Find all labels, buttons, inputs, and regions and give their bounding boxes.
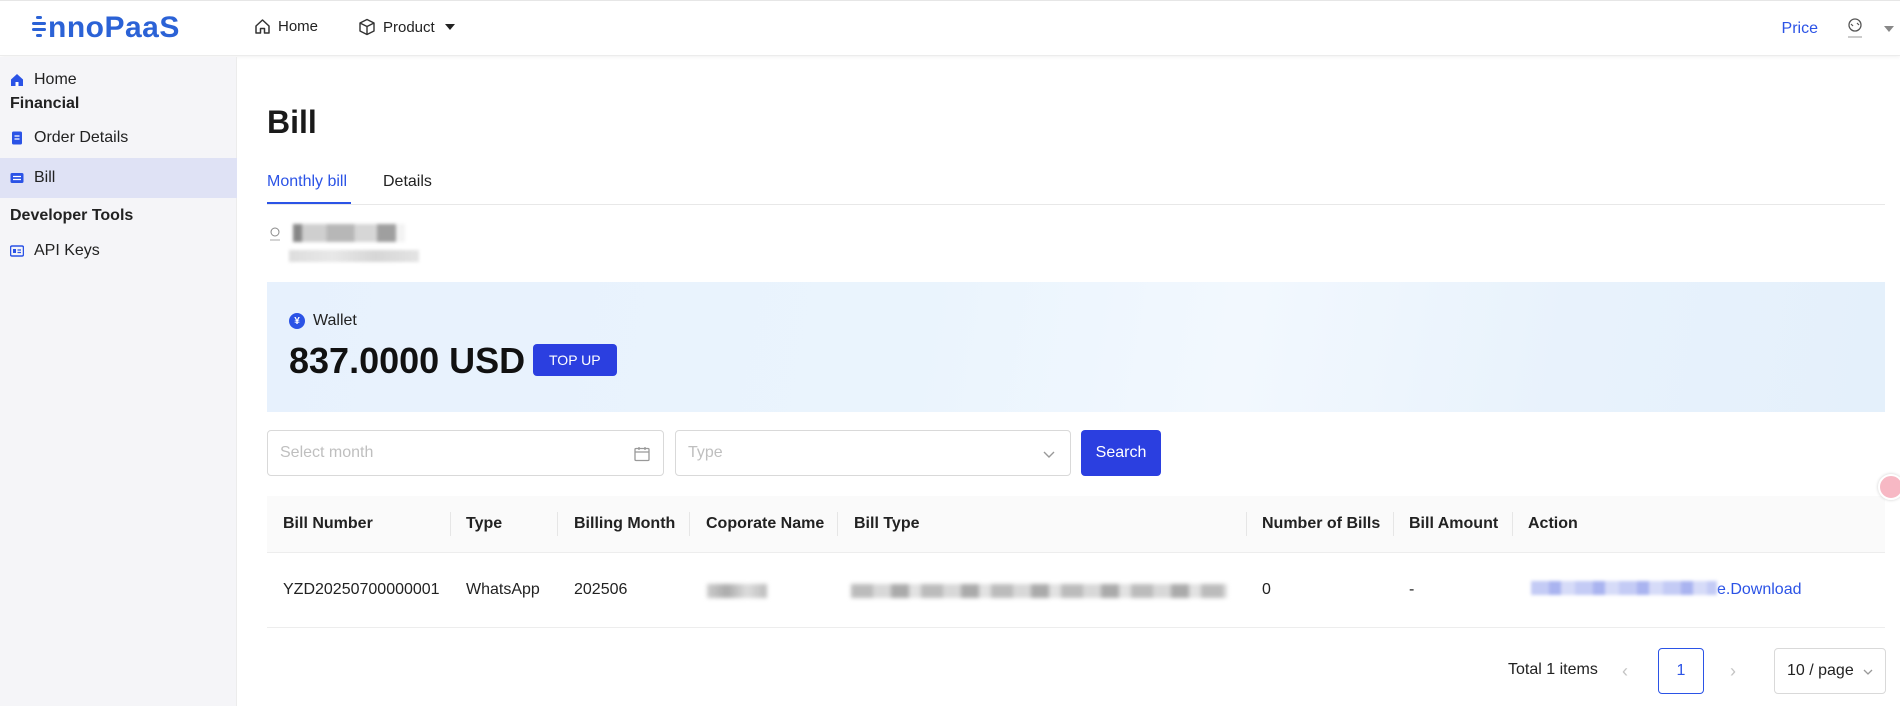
column-divider xyxy=(1393,512,1394,536)
col-bill-type: Bill Type xyxy=(854,515,920,532)
page-size-select[interactable]: 10 / page xyxy=(1774,648,1886,694)
download-link-redacted xyxy=(1531,581,1717,595)
home-outline-icon xyxy=(255,19,270,34)
logo[interactable]: nnoPaaS xyxy=(32,11,180,45)
search-button[interactable]: Search xyxy=(1081,430,1161,476)
nav-product-label: Product xyxy=(383,18,435,36)
type-placeholder: Type xyxy=(688,444,723,461)
account-name-redacted xyxy=(293,224,405,242)
wallet-label: ¥ Wallet xyxy=(289,312,357,330)
nav-home-label: Home xyxy=(278,18,319,35)
wallet-balance: 837.0000 USD xyxy=(289,340,526,381)
sidebar-item-order-details[interactable]: Order Details xyxy=(0,115,237,161)
calendar-icon xyxy=(634,447,650,462)
month-placeholder: Select month xyxy=(280,444,374,461)
cell-billing-month: 202506 xyxy=(574,581,628,598)
account-id-redacted xyxy=(289,250,419,262)
chevron-right-icon[interactable]: › xyxy=(1730,661,1736,682)
chevron-down-icon xyxy=(1863,669,1873,675)
nav-product-dropdown[interactable]: Product xyxy=(358,18,455,36)
sidebar-item-label: Bill xyxy=(34,169,56,186)
sidebar-item-label: API Keys xyxy=(34,242,100,259)
wallet-label-text: Wallet xyxy=(313,312,357,329)
col-coporate-name: Coporate Name xyxy=(706,515,825,532)
tab-monthly-bill[interactable]: Monthly bill xyxy=(267,173,347,191)
caret-down-icon xyxy=(444,24,455,30)
sidebar-item-api-keys[interactable]: API Keys xyxy=(0,228,237,274)
sidebar-group-developer-tools: Developer Tools xyxy=(10,207,134,224)
sidebar-item-label: Home xyxy=(34,71,77,88)
page-title: Bill xyxy=(267,104,317,140)
column-divider xyxy=(689,512,690,536)
table-row: YZD20250700000001 WhatsApp 202506 0 - e.… xyxy=(267,553,1885,628)
wallet-card: ¥ Wallet 837.0000 USD TOP UP xyxy=(267,282,1885,412)
logo-mark-icon xyxy=(32,14,46,40)
cell-bill-type-redacted xyxy=(851,584,1227,598)
ticket-icon xyxy=(10,171,24,185)
column-divider xyxy=(1512,512,1513,536)
sidebar-item-bill[interactable]: Bill xyxy=(0,158,237,198)
cell-coporate-name-redacted xyxy=(707,584,767,598)
column-divider xyxy=(837,512,838,536)
month-picker[interactable]: Select month xyxy=(267,430,664,476)
sidebar-item-label: Order Details xyxy=(34,129,129,146)
key-card-icon xyxy=(10,244,24,258)
table-header: Bill Number Type Billing Month Coporate … xyxy=(267,496,1885,553)
cell-type: WhatsApp xyxy=(466,581,540,598)
col-billing-month: Billing Month xyxy=(574,515,676,532)
col-number-of-bills: Number of Bills xyxy=(1262,515,1381,532)
column-divider xyxy=(557,512,558,536)
home-filled-icon xyxy=(10,73,24,87)
cell-number-of-bills: 0 xyxy=(1262,581,1271,598)
active-tab-indicator xyxy=(267,202,351,204)
col-bill-number: Bill Number xyxy=(283,515,373,532)
account-caret-icon[interactable] xyxy=(1884,26,1894,32)
page-button-current[interactable]: 1 xyxy=(1658,648,1704,694)
page-size-label: 10 / page xyxy=(1787,662,1854,679)
top-bar: nnoPaaS Home Product Price xyxy=(0,0,1900,56)
col-action: Action xyxy=(1528,515,1578,532)
account-avatar-icon xyxy=(270,227,280,241)
avatar[interactable] xyxy=(1840,13,1870,43)
nav-home[interactable]: Home xyxy=(254,18,318,35)
tab-details[interactable]: Details xyxy=(383,173,432,191)
cube-icon xyxy=(359,18,375,36)
tab-bar: Monthly bill Details xyxy=(267,168,1885,205)
sidebar: Home Financial Order Details Bill Develo… xyxy=(0,57,237,706)
col-type: Type xyxy=(466,515,503,532)
logo-text: nnoPaaS xyxy=(48,11,180,44)
download-link-label: e.Download xyxy=(1717,581,1802,598)
chevron-down-icon xyxy=(1043,451,1055,458)
pagination-total: Total 1 items xyxy=(1508,661,1598,678)
yen-icon: ¥ xyxy=(289,313,305,329)
column-divider xyxy=(450,512,451,536)
sidebar-group-financial: Financial xyxy=(10,95,80,112)
top-up-button[interactable]: TOP UP xyxy=(533,344,617,376)
price-link[interactable]: Price xyxy=(1782,20,1818,38)
column-divider xyxy=(1246,512,1247,536)
cell-bill-amount: - xyxy=(1409,581,1415,598)
col-bill-amount: Bill Amount xyxy=(1409,515,1499,532)
avatar-icon xyxy=(1848,18,1862,38)
document-icon xyxy=(10,131,24,145)
floating-assistant-icon[interactable] xyxy=(1878,474,1900,500)
type-select[interactable]: Type xyxy=(675,430,1071,476)
download-link[interactable]: e.Download xyxy=(1531,581,1802,599)
cell-bill-number: YZD20250700000001 xyxy=(283,581,440,598)
chevron-left-icon[interactable]: ‹ xyxy=(1622,661,1628,682)
